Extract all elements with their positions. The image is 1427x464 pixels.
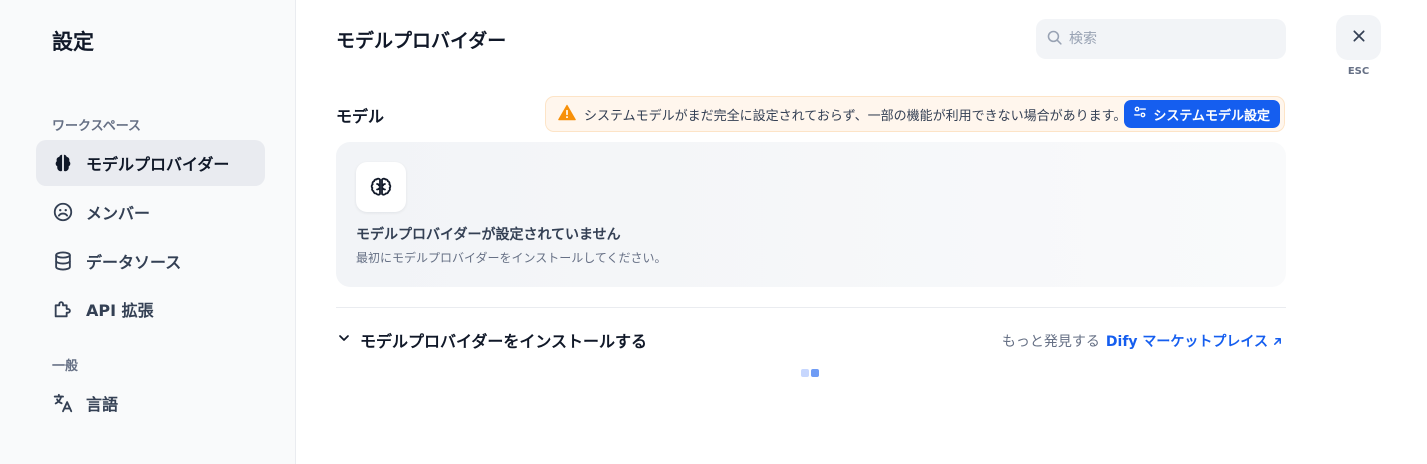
sidebar-item-api-extension[interactable]: API 拡張 [36, 286, 265, 332]
workspace-section-label: ワークスペース [52, 119, 142, 134]
settings-sliders-icon [1133, 105, 1147, 123]
sidebar-item-data-source[interactable]: データソース [36, 238, 265, 284]
install-providers-label: モデルプロバイダーをインストールする [360, 332, 648, 351]
sidebar-item-label: モデルプロバイダー [86, 155, 230, 174]
search-icon [1046, 29, 1063, 50]
sidebar-item-label: 言語 [86, 395, 119, 414]
loading-indicator [801, 369, 821, 377]
brain-icon [52, 152, 74, 174]
sidebar-item-members[interactable]: メンバー [36, 189, 265, 235]
system-model-settings-label: システムモデル設定 [1153, 108, 1270, 124]
page-title: モデルプロバイダー [336, 30, 507, 52]
empty-state-title: モデルプロバイダーが設定されていません [356, 227, 621, 243]
warning-icon [558, 104, 576, 125]
sidebar-item-label: API 拡張 [86, 301, 154, 320]
close-icon [1351, 28, 1367, 48]
search-input[interactable] [1069, 31, 1269, 47]
settings-sidebar: 設定 ワークスペース モデルプロバイダー メンバー データソース API 拡張 … [0, 0, 296, 464]
warning-text: システムモデルがまだ完全に設定されておらず、一部の機能が利用できない場合がありま… [584, 108, 1127, 124]
empty-state-description: 最初にモデルプロバイダーをインストールしてください。 [356, 251, 667, 265]
marketplace-link-label: Dify マーケットプレイス [1105, 334, 1268, 350]
sidebar-item-label: データソース [86, 253, 182, 272]
sidebar-item-label: メンバー [86, 204, 151, 223]
system-model-warning: システムモデルがまだ完全に設定されておらず、一部の機能が利用できない場合がありま… [545, 96, 1285, 132]
general-section-label: 一般 [52, 359, 79, 374]
main-panel: モデルプロバイダー ESC モデル システムモデルがまだ完全に設定されておらず、… [296, 0, 1427, 464]
marketplace-link[interactable]: Dify マーケットプレイス [1106, 331, 1284, 351]
search-box[interactable] [1036, 19, 1286, 59]
translate-icon [52, 392, 74, 414]
loading-dot [811, 369, 819, 377]
members-icon [52, 201, 74, 223]
brain-outline-icon [356, 162, 406, 212]
model-section-label: モデル [336, 107, 385, 126]
sidebar-title: 設定 [52, 30, 94, 54]
empty-provider-card: モデルプロバイダーが設定されていません 最初にモデルプロバイダーをインストールし… [336, 142, 1286, 287]
puzzle-icon [52, 298, 74, 320]
section-divider [336, 307, 1286, 308]
discover-text: もっと発見する [1001, 334, 1100, 350]
install-providers-toggle[interactable]: モデルプロバイダーをインストールする [336, 328, 647, 352]
arrow-up-right-icon [1271, 335, 1284, 348]
system-model-settings-button[interactable]: システムモデル設定 [1124, 100, 1280, 128]
loading-dot [801, 369, 809, 377]
esc-hint: ESC [1347, 66, 1370, 77]
chevron-down-icon [336, 330, 352, 350]
sidebar-item-language[interactable]: 言語 [36, 380, 265, 426]
close-button[interactable] [1336, 15, 1381, 60]
discover-more: もっと発見する Dify マーケットプレイス [1002, 331, 1284, 351]
sidebar-item-model-provider[interactable]: モデルプロバイダー [36, 140, 265, 186]
database-icon [52, 250, 74, 272]
